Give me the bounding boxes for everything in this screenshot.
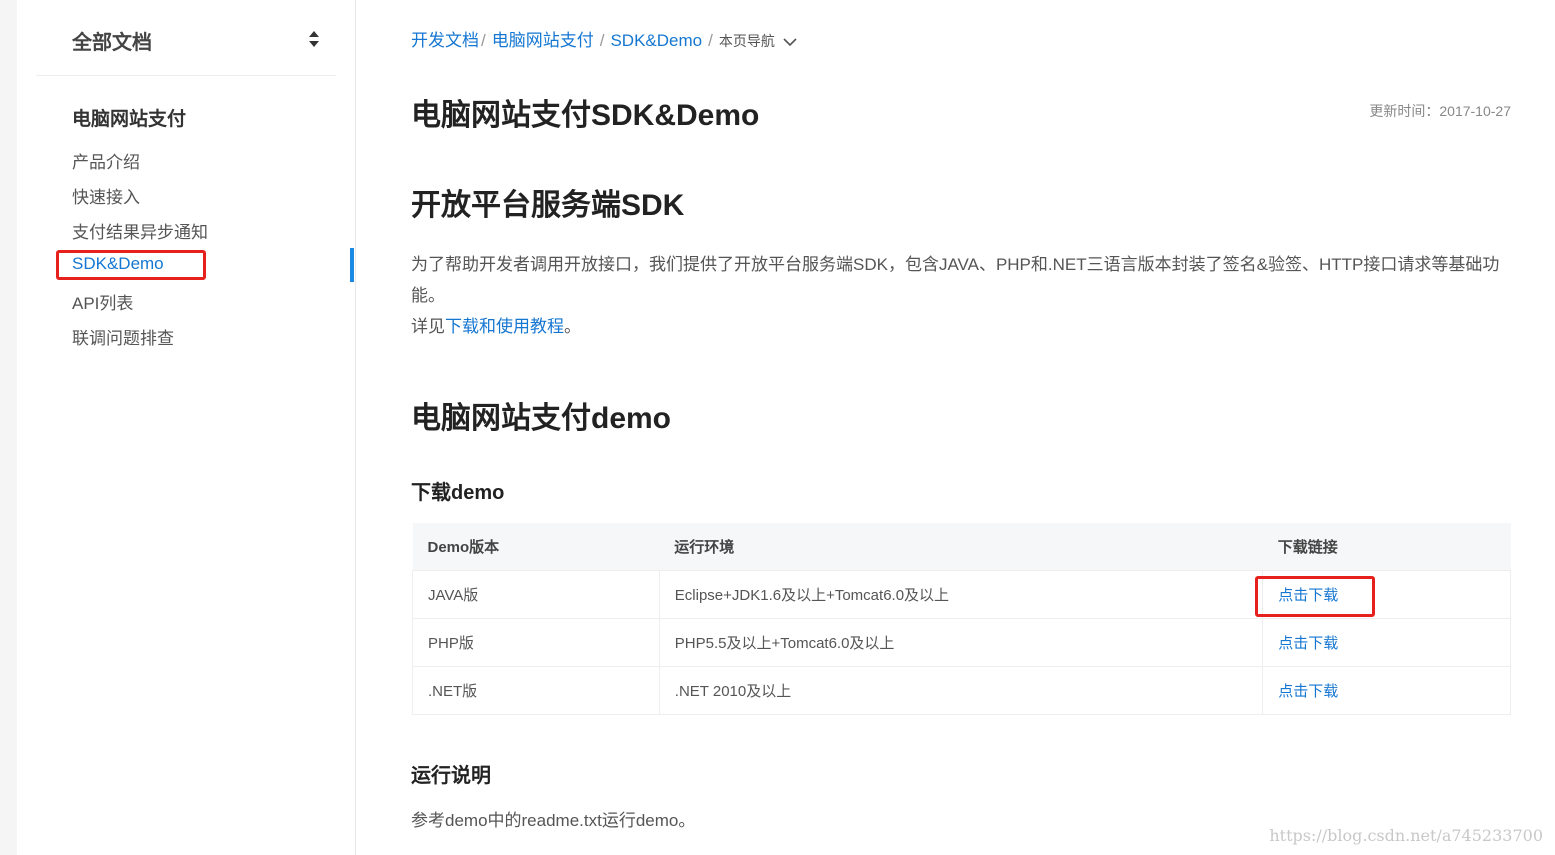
breadcrumb-sdk-demo[interactable]: SDK&Demo xyxy=(610,31,702,50)
detail-prefix: 详见 xyxy=(411,317,445,336)
breadcrumb-separator: / xyxy=(708,31,713,50)
doc-selector-label: 全部文档 xyxy=(72,32,152,54)
table-cell-env: PHP5.5及以上+Tomcat6.0及以上 xyxy=(658,618,1264,667)
watermark: https://blog.csdn.net/a745233700 xyxy=(1269,826,1543,845)
sidebar: 全部文档 电脑网站支付 产品介绍 快速接入 支付结果异步通知 SDK&Demo … xyxy=(17,0,356,855)
demo-heading: 电脑网站支付demo xyxy=(411,402,672,435)
breadcrumb-separator: / xyxy=(599,31,605,50)
download-link-php[interactable]: 点击下载 xyxy=(1262,618,1511,667)
table-row: .NET版 .NET 2010及以上 点击下载 xyxy=(412,666,1511,715)
doc-selector[interactable]: 全部文档 xyxy=(36,0,336,76)
sdk-description: 为了帮助开发者调用开放接口，我们提供了开放平台服务端SDK，包含JAVA、PHP… xyxy=(411,249,1506,342)
download-link-dotnet[interactable]: 点击下载 xyxy=(1262,666,1511,715)
download-heading: 下载demo xyxy=(411,482,505,504)
table-cell-env: .NET 2010及以上 xyxy=(658,666,1264,715)
download-tutorial-link[interactable]: 下载和使用教程 xyxy=(445,317,564,336)
sidebar-item-debug[interactable]: 联调问题排查 xyxy=(72,324,174,349)
sidebar-item-quick-access[interactable]: 快速接入 xyxy=(72,183,140,208)
table-header-version: Demo版本 xyxy=(412,523,660,571)
sdk-description-text: 为了帮助开发者调用开放接口，我们提供了开放平台服务端SDK，包含JAVA、PHP… xyxy=(411,255,1500,305)
table-cell-version: .NET版 xyxy=(412,666,660,715)
sort-icon[interactable] xyxy=(308,30,320,48)
table-cell-version: JAVA版 xyxy=(412,570,660,619)
page-nav-dropdown[interactable]: 本页导航 xyxy=(719,33,797,49)
sdk-heading: 开放平台服务端SDK xyxy=(411,189,685,222)
update-time: 更新时间：2017-10-27 xyxy=(1369,103,1511,119)
highlight-box-sidebar xyxy=(56,250,206,280)
breadcrumb-pc-pay[interactable]: 电脑网站支付 xyxy=(492,31,594,50)
breadcrumb-dev-docs[interactable]: 开发文档 xyxy=(411,31,479,50)
sidebar-item-api-list[interactable]: API列表 xyxy=(72,289,133,314)
table-cell-version: PHP版 xyxy=(412,618,660,667)
detail-suffix: 。 xyxy=(564,317,581,336)
run-heading: 运行说明 xyxy=(411,765,491,787)
active-marker xyxy=(350,248,354,282)
sidebar-section-title: 电脑网站支付 xyxy=(72,109,187,130)
highlight-box-download xyxy=(1255,576,1375,617)
sidebar-item-async-notify[interactable]: 支付结果异步通知 xyxy=(72,218,208,243)
table-cell-env: Eclipse+JDK1.6及以上+Tomcat6.0及以上 xyxy=(658,570,1264,619)
table-header-link: 下载链接 xyxy=(1262,523,1511,571)
table-row: PHP版 PHP5.5及以上+Tomcat6.0及以上 点击下载 xyxy=(412,618,1511,667)
table-header-env: 运行环境 xyxy=(659,523,1263,571)
page-edge xyxy=(0,0,17,855)
breadcrumb-separator: / xyxy=(481,31,486,50)
page-title: 电脑网站支付SDK&Demo xyxy=(411,99,760,132)
breadcrumb: 开发文档 / 电脑网站支付 / SDK&Demo / 本页导航 xyxy=(411,26,797,51)
table-header-row: Demo版本 运行环境 下载链接 xyxy=(412,523,1511,571)
chevron-down-icon xyxy=(783,38,797,47)
sidebar-item-product-intro[interactable]: 产品介绍 xyxy=(72,148,140,173)
demo-table: Demo版本 运行环境 下载链接 JAVA版 Eclipse+JDK1.6及以上… xyxy=(412,523,1511,715)
page-nav-label: 本页导航 xyxy=(718,33,775,49)
